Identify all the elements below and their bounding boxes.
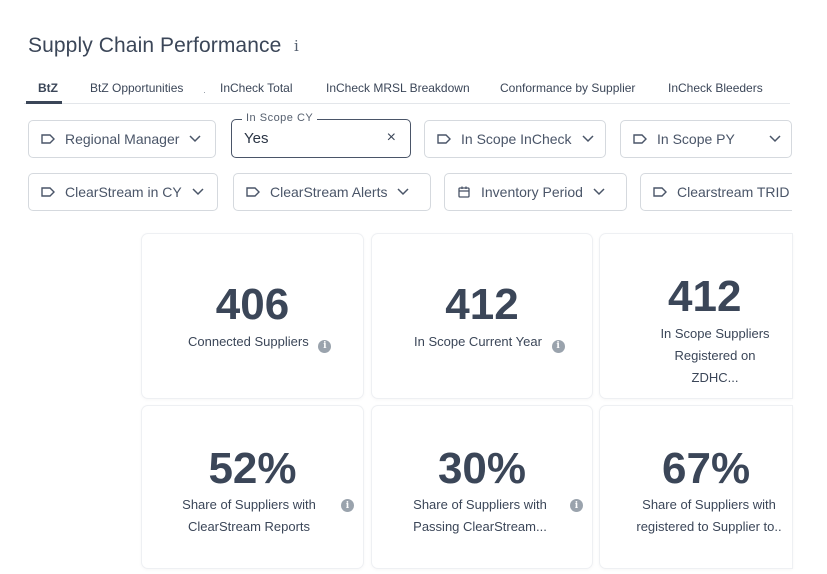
kpi-label-line1: Share of Suppliers with	[413, 497, 547, 512]
kpi-value: 52%	[208, 444, 297, 493]
kpi-card-registered-supplier: 67% Share of Suppliers with registered t…	[600, 406, 792, 568]
kpi-label-line2: Passing ClearStream...	[413, 519, 547, 534]
tab-incheck-total[interactable]: InCheck Total	[220, 81, 293, 95]
kpi-card-passing-clearstream: 30% Share of Suppliers with Passing Clea…	[372, 406, 592, 568]
kpi-label: Connected Suppliers i	[188, 331, 332, 353]
kpi-label-text: Connected Suppliers	[188, 334, 309, 349]
filter-label: In Scope InCheck	[461, 131, 572, 147]
chevron-down-icon	[192, 188, 204, 196]
inventory-period-filter[interactable]: Inventory Period	[444, 173, 627, 211]
kpi-value: 30%	[437, 444, 527, 493]
in-scope-cy-value: Yes	[244, 130, 269, 147]
kpi-label-line1: In Scope Suppliers	[660, 326, 770, 341]
filter-label: ClearStream in CY	[65, 184, 182, 200]
kpi-label: In Scope Current Year i	[414, 331, 565, 353]
filter-label: Inventory Period	[481, 184, 583, 200]
kpi-value: 67%	[662, 444, 751, 493]
clearstream-in-cy-filter[interactable]: ClearStream in CY	[28, 173, 218, 211]
kpi-value: 412	[445, 280, 519, 329]
filter-label: Regional Manager	[65, 131, 180, 147]
info-icon[interactable]: i	[341, 499, 354, 512]
info-icon[interactable]: i	[294, 37, 299, 55]
kpi-label-line2: Registered on ZDHC...	[674, 348, 756, 385]
regional-manager-filter[interactable]: Regional Manager	[28, 120, 216, 158]
kpi-card-in-scope-current-year: 412 In Scope Current Year i	[372, 234, 592, 398]
tab-incheck-mrsl-breakdown[interactable]: InCheck MRSL Breakdown	[326, 81, 470, 95]
filter-label: In Scope PY	[657, 131, 735, 147]
kpi-label: In Scope Suppliers Registered on ZDHC...	[650, 323, 780, 389]
kpi-label-line2: registered to Supplier to..	[636, 519, 782, 534]
kpi-label: Share of Suppliers with ClearStream Repo…	[176, 494, 322, 538]
kpi-card-connected-suppliers: 406 Connected Suppliers i	[142, 234, 363, 398]
in-scope-cy-floating-label: In Scope CY	[242, 112, 318, 124]
tab-conformance-by-supplier[interactable]: Conformance by Supplier	[500, 81, 635, 95]
kpi-label-line1: Share of Suppliers with	[182, 497, 316, 512]
in-scope-incheck-filter[interactable]: In Scope InCheck	[424, 120, 606, 158]
chevron-down-icon	[581, 135, 594, 143]
kpi-label-text: In Scope Current Year	[414, 334, 542, 349]
kpi-value: 406	[215, 280, 290, 329]
kpi-label: Share of Suppliers with registered to Su…	[626, 494, 792, 538]
kpi-card-clearstream-reports: 52% Share of Suppliers with ClearStream …	[142, 406, 363, 568]
info-icon[interactable]: i	[570, 499, 583, 512]
active-tab-indicator	[26, 101, 62, 104]
kpi-value: 412	[668, 272, 742, 321]
tab-bar-divider	[24, 103, 790, 104]
page-title: Supply Chain Performance	[28, 34, 282, 57]
chevron-down-icon	[769, 135, 781, 143]
kpi-label-line1: Share of Suppliers with	[642, 497, 776, 512]
tab-incheck-bleeders[interactable]: InCheck Bleeders	[668, 81, 763, 95]
in-scope-cy-filter[interactable]: In Scope CY Yes ×	[231, 112, 411, 158]
tab-separator: ·	[203, 87, 206, 97]
tag-icon	[41, 185, 55, 199]
kpi-card-registered-on-zdhc: 412 In Scope Suppliers Registered on ZDH…	[600, 234, 792, 398]
clearstream-trid-filter[interactable]: Clearstream TRID	[640, 173, 792, 211]
tag-icon	[633, 132, 647, 146]
chevron-down-icon	[397, 188, 410, 196]
chevron-down-icon	[593, 188, 605, 196]
tag-icon	[437, 132, 451, 146]
tab-bar: BtZ BtZ Opportunities · InCheck Total In…	[0, 81, 790, 105]
tag-icon	[41, 132, 55, 146]
info-icon[interactable]: i	[551, 339, 565, 353]
calendar-icon	[457, 185, 471, 199]
tag-icon	[653, 185, 667, 199]
kpi-label: Share of Suppliers with Passing ClearStr…	[402, 494, 558, 538]
info-icon[interactable]: i	[318, 339, 332, 353]
kpi-label-line2: ClearStream Reports	[187, 519, 311, 534]
filter-label: ClearStream Alerts	[270, 184, 388, 200]
tag-icon	[246, 185, 260, 199]
clear-icon[interactable]: ×	[387, 129, 396, 147]
in-scope-py-filter[interactable]: In Scope PY	[620, 120, 792, 158]
filter-label: Clearstream TRID	[677, 184, 790, 200]
chevron-down-icon	[189, 135, 201, 143]
clearstream-alerts-filter[interactable]: ClearStream Alerts	[233, 173, 431, 211]
tab-btz[interactable]: BtZ	[38, 81, 58, 95]
tab-btz-opportunities[interactable]: BtZ Opportunities	[90, 81, 183, 95]
